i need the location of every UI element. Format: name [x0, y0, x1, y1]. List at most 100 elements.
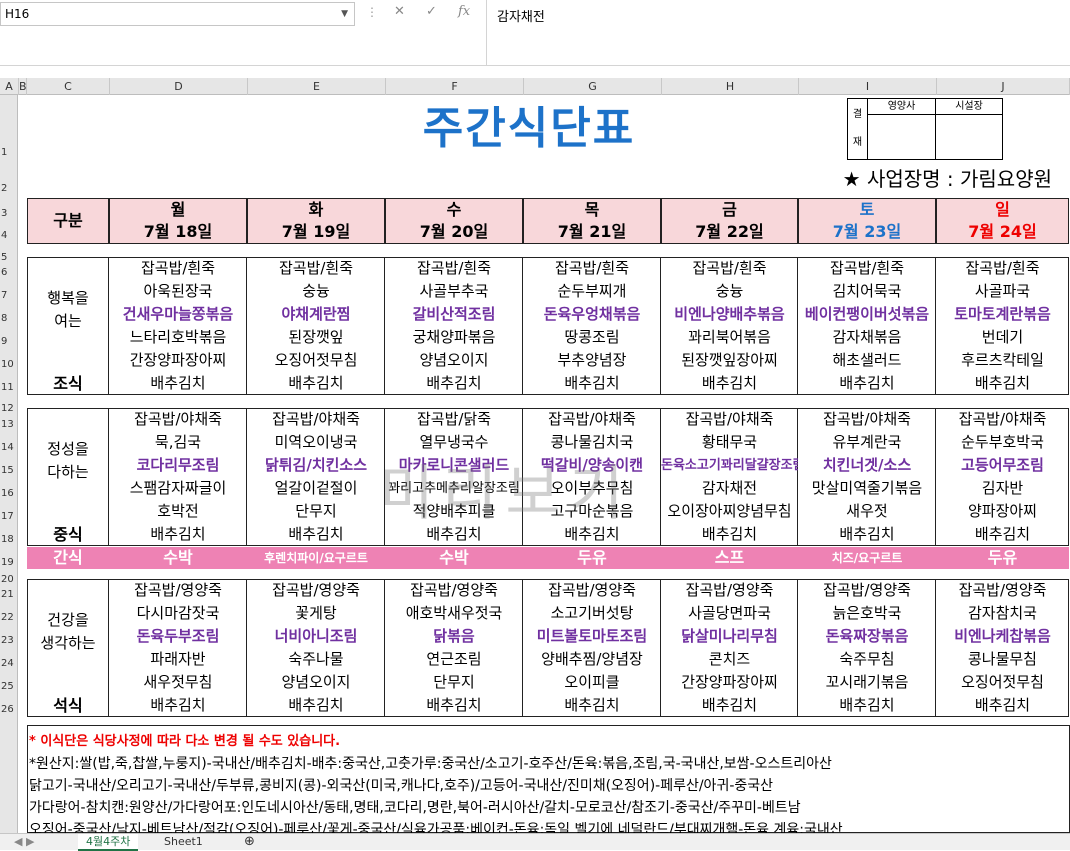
dinner-item: 닭볶음	[433, 627, 475, 645]
tab-sheet1[interactable]: Sheet1	[156, 834, 211, 851]
confirm-icon[interactable]: ✓	[426, 4, 437, 19]
day-name: 금	[722, 200, 737, 219]
lunch-item: 단무지	[295, 502, 337, 520]
row-header-17[interactable]: 17	[0, 511, 18, 522]
lunch-item: 양파장아찌	[967, 502, 1037, 520]
chevron-down-icon[interactable]: ▼	[341, 3, 348, 25]
row-header-19[interactable]: 19	[0, 557, 18, 568]
row-header-21[interactable]: 21	[0, 589, 18, 600]
dinner-item: 애호박새우젓국	[405, 604, 503, 622]
breakfast-item: 잡곡밥/흰죽	[416, 259, 492, 277]
row-header-9[interactable]: 9	[0, 336, 18, 347]
breakfast-item: 부추양념장	[557, 351, 627, 369]
lunch-item: 황태무국	[701, 433, 758, 451]
lunch-item: 잡곡밥/야채죽	[548, 410, 636, 428]
snack-item: 후렌치파이/요구르트	[247, 547, 385, 569]
day-date: 7월 18일	[143, 222, 213, 241]
lunch-item: 치킨너겟/소스	[822, 456, 912, 474]
lunch-item: 돈육소고기꽈리달걀장조림	[661, 458, 798, 473]
lunch-item: 새우젓	[846, 502, 888, 520]
row-header-16[interactable]: 16	[0, 488, 18, 499]
add-sheet-icon[interactable]: ⊕	[236, 834, 263, 851]
dinner-label1: 건강을	[47, 611, 89, 629]
day-name: 일	[995, 200, 1010, 219]
notes-origin: 오징어-중국산/낙지-베트남산/적감(오징어)-페루산/꽃게-중국산/식육가공품…	[29, 822, 843, 833]
lunch-item: 유부계란국	[832, 433, 902, 451]
breakfast-item: 궁채양파볶음	[412, 328, 496, 346]
column-header-C[interactable]: C	[27, 78, 110, 95]
lunch-item: 감자채전	[701, 479, 758, 497]
row-header-24[interactable]: 24	[0, 658, 18, 669]
day-name: 화	[308, 200, 324, 219]
row-header-1[interactable]: 1	[0, 147, 18, 158]
breakfast-item: 사골부추국	[419, 282, 489, 300]
day-date: 7월 22일	[695, 222, 764, 241]
row-header-26[interactable]: 26	[0, 704, 18, 715]
row-header-5[interactable]: 5	[0, 252, 18, 263]
breakfast-item: 김치어묵국	[832, 282, 902, 300]
column-header-F[interactable]: F	[386, 78, 524, 95]
lunch-item: 김자반	[981, 479, 1024, 497]
dinner-item: 양배추찜/양념장	[541, 650, 643, 668]
day-date: 7월 23일	[832, 222, 902, 241]
column-header-E[interactable]: E	[248, 78, 386, 95]
dinner-item: 콘치즈	[708, 650, 751, 668]
row-header-7[interactable]: 7	[0, 290, 18, 301]
day-header: 수 7월 20일	[385, 198, 523, 244]
row-header-12[interactable]: 12	[0, 403, 18, 414]
row-header-14[interactable]: 14	[0, 442, 18, 453]
row-header-10[interactable]: 10	[0, 359, 18, 370]
lunch-item: 미역오이냉국	[274, 433, 358, 451]
dinner-item: 다시마감잣국	[136, 604, 220, 622]
breakfast-item: 양념오이지	[419, 351, 489, 369]
column-header-B[interactable]: B	[19, 78, 27, 95]
breakfast-item: 잡곡밥/흰죽	[554, 259, 630, 277]
breakfast-item: 배추김치	[974, 374, 1031, 392]
column-header-I[interactable]: I	[799, 78, 937, 95]
cancel-icon[interactable]: ✕	[394, 4, 405, 19]
watermark: 미리보기	[379, 459, 632, 529]
column-header-A[interactable]: A	[0, 78, 19, 95]
row-header-8[interactable]: 8	[0, 313, 18, 324]
day-name: 목	[584, 200, 600, 219]
day-date: 7월 20일	[419, 222, 489, 241]
breakfast-label2: 여는	[54, 312, 82, 330]
column-header-H[interactable]: H	[662, 78, 799, 95]
row-header-11[interactable]: 11	[0, 382, 18, 393]
row-header-13[interactable]: 13	[0, 419, 18, 430]
column-header-D[interactable]: D	[110, 78, 248, 95]
row-header-25[interactable]: 25	[0, 681, 18, 692]
breakfast-item: 베이컨팽이버섯볶음	[804, 305, 930, 323]
dinner-item: 돈육짜장볶음	[825, 627, 909, 645]
dinner-item: 파래자반	[150, 650, 206, 668]
lunch-label1: 정성을	[47, 440, 89, 458]
breakfast-item: 배추김치	[426, 374, 482, 392]
row-header-4[interactable]: 4	[0, 230, 18, 241]
dinner-item: 새우젓무침	[143, 673, 213, 691]
breakfast-item: 배추김치	[288, 374, 344, 392]
tab-nav-icon[interactable]: ◀ ▶	[6, 834, 42, 851]
name-box[interactable]: H16 ▼	[0, 2, 355, 26]
row-header-23[interactable]: 23	[0, 635, 18, 646]
dinner-item: 연근조림	[426, 650, 482, 668]
row-header-18[interactable]: 18	[0, 534, 18, 545]
formula-input[interactable]: 감자채전	[486, 0, 1070, 66]
row-header-3[interactable]: 3	[0, 208, 18, 219]
spreadsheet-grid[interactable]: 주간식단표 결재 영양사 시설장 ★ 사업장명 : 가림요양원 구분 월 7월 18…	[19, 95, 1070, 833]
lunch-item: 잡곡밥/야채죽	[685, 410, 774, 428]
breakfast-item: 돈육우엉채볶음	[543, 305, 641, 323]
tab-week[interactable]: 4월4주차	[78, 834, 139, 851]
row-header-15[interactable]: 15	[0, 465, 18, 476]
function-icon[interactable]: fx	[458, 4, 470, 19]
approval-col-1: 영양사	[868, 99, 936, 159]
row-header-2[interactable]: 2	[0, 183, 18, 194]
row-header-22[interactable]: 22	[0, 612, 18, 623]
breakfast-item: 잡곡밥/흰죽	[829, 259, 905, 277]
breakfast-item: 아욱된장국	[143, 282, 213, 300]
more-icon[interactable]: ⋮	[366, 5, 379, 19]
column-header-J[interactable]: J	[937, 78, 1070, 95]
breakfast-item: 된장깻잎장아찌	[681, 351, 778, 369]
row-header-20[interactable]: 20	[0, 574, 18, 585]
row-header-6[interactable]: 6	[0, 267, 18, 278]
column-header-G[interactable]: G	[524, 78, 662, 95]
